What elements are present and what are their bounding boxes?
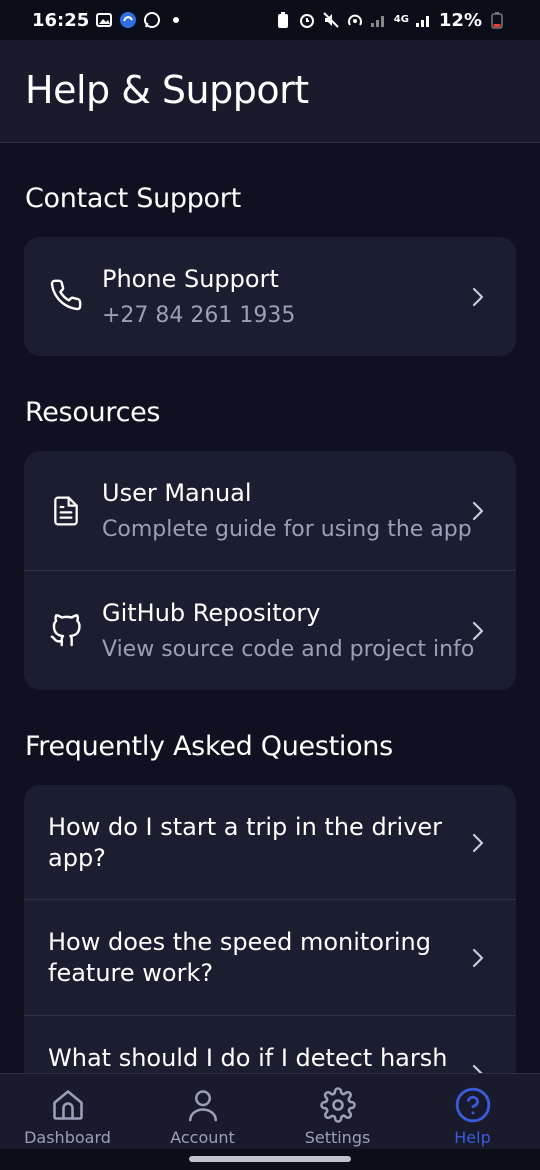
chevron-right-icon bbox=[470, 619, 486, 643]
status-time: 16:25 bbox=[32, 9, 90, 31]
app-header: Help & Support bbox=[0, 40, 540, 143]
home-gesture-bar[interactable] bbox=[189, 1156, 351, 1162]
bottom-nav: Dashboard Account Settings Help bbox=[0, 1073, 540, 1149]
user-manual-row[interactable]: User Manual Complete guide for using the… bbox=[24, 451, 516, 571]
chevron-right-icon bbox=[470, 946, 486, 970]
gear-icon bbox=[319, 1086, 357, 1124]
status-bar: 16:25 4G 12% bbox=[0, 0, 540, 40]
faq-item[interactable]: What should I do if I detect harsh bbox=[24, 1016, 516, 1073]
faq-item[interactable]: How do I start a trip in the driver app? bbox=[24, 785, 516, 900]
mute-icon bbox=[322, 11, 340, 29]
phone-support-row[interactable]: Phone Support +27 84 261 1935 bbox=[24, 237, 516, 356]
help-icon bbox=[454, 1086, 492, 1124]
user-icon bbox=[184, 1086, 222, 1124]
page-title: Help & Support bbox=[25, 68, 309, 112]
battery-icon bbox=[488, 11, 506, 29]
gesture-area bbox=[0, 1149, 540, 1170]
document-icon bbox=[48, 493, 84, 529]
phone-icon bbox=[48, 277, 84, 313]
alarm-icon bbox=[298, 11, 316, 29]
faq-question: How do I start a trip in the driver app? bbox=[48, 813, 443, 872]
nav-label: Help bbox=[454, 1128, 491, 1147]
status-right: 4G 12% bbox=[274, 10, 506, 31]
app-notification-icon bbox=[119, 11, 137, 29]
gallery-icon bbox=[95, 11, 113, 29]
github-repository-subtitle: View source code and project info bbox=[102, 637, 475, 662]
resources-card: User Manual Complete guide for using the… bbox=[24, 451, 516, 690]
faq-item[interactable]: How does the speed monitoring feature wo… bbox=[24, 900, 516, 1016]
nav-item-settings[interactable]: Settings bbox=[270, 1074, 405, 1150]
nav-item-account[interactable]: Account bbox=[135, 1074, 270, 1150]
user-manual-subtitle: Complete guide for using the app bbox=[102, 517, 472, 542]
contact-card: Phone Support +27 84 261 1935 bbox=[24, 237, 516, 356]
hotspot-icon bbox=[346, 11, 364, 29]
chevron-right-icon bbox=[470, 831, 486, 855]
section-title-contact: Contact Support bbox=[25, 183, 241, 214]
nav-item-help[interactable]: Help bbox=[405, 1074, 540, 1150]
nav-item-dashboard[interactable]: Dashboard bbox=[0, 1074, 135, 1150]
github-repository-title: GitHub Repository bbox=[102, 599, 321, 627]
nav-label: Account bbox=[170, 1128, 235, 1147]
chevron-right-icon bbox=[470, 1062, 486, 1073]
section-title-faq: Frequently Asked Questions bbox=[25, 731, 393, 762]
dot-icon bbox=[167, 11, 185, 29]
faq-card: How do I start a trip in the driver app?… bbox=[24, 785, 516, 1073]
phone-support-title: Phone Support bbox=[102, 265, 279, 293]
signal-strength-icon bbox=[415, 11, 433, 29]
network-type: 4G bbox=[393, 14, 409, 25]
home-icon bbox=[49, 1086, 87, 1124]
github-repository-row[interactable]: GitHub Repository View source code and p… bbox=[24, 571, 516, 690]
faq-question: What should I do if I detect harsh bbox=[48, 1044, 448, 1072]
phone-support-number: +27 84 261 1935 bbox=[102, 303, 296, 328]
status-left: 16:25 bbox=[32, 10, 185, 31]
user-manual-title: User Manual bbox=[102, 479, 252, 507]
battery-percent: 12% bbox=[438, 9, 482, 31]
chevron-right-icon bbox=[470, 499, 486, 523]
chevron-right-icon bbox=[470, 285, 486, 309]
signal-icon bbox=[370, 11, 388, 29]
content-scroll[interactable]: Contact Support Phone Support +27 84 261… bbox=[0, 143, 540, 1073]
battery-saver-icon bbox=[274, 11, 292, 29]
nav-label: Settings bbox=[304, 1128, 371, 1147]
github-icon bbox=[48, 613, 84, 649]
whatsapp-icon bbox=[143, 11, 161, 29]
nav-label: Dashboard bbox=[24, 1128, 111, 1147]
section-title-resources: Resources bbox=[25, 397, 161, 428]
faq-question: How does the speed monitoring feature wo… bbox=[48, 928, 431, 987]
